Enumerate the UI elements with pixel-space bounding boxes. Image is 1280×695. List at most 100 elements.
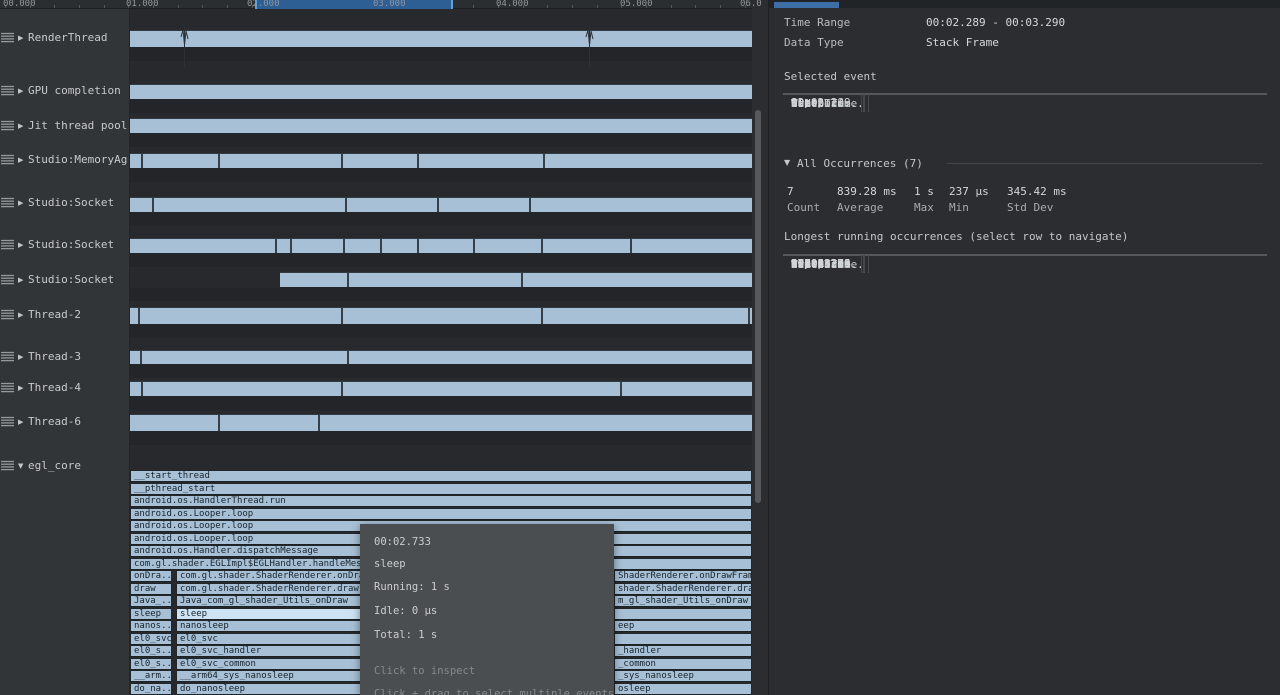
vertical-scrollbar-gutter — [752, 0, 768, 695]
thread-activity-bar[interactable] — [130, 153, 752, 169]
callstack-frame[interactable]: __start_thread — [130, 470, 752, 482]
callstack-frame[interactable]: eep — [614, 620, 752, 632]
callstack-frame[interactable]: _common — [614, 657, 752, 670]
callstack-frame[interactable]: draw — [130, 582, 172, 595]
chevron-right-icon[interactable]: ▶ — [18, 352, 23, 362]
trace-event-mark — [343, 239, 345, 253]
callstack-frame[interactable]: do_na... — [130, 682, 172, 695]
thread-activity-bar[interactable] — [130, 350, 752, 365]
thread-activity-bar[interactable] — [130, 238, 752, 254]
trace-event-mark — [341, 308, 343, 324]
thread-activity-bar[interactable] — [130, 30, 752, 48]
chevron-right-icon[interactable]: ▶ — [18, 198, 23, 208]
callstack-frame[interactable]: el0_s... — [130, 657, 172, 670]
callstack-frame[interactable]: android.os.HandlerThread.run — [130, 495, 752, 507]
collapse-arrow-icon[interactable]: ▼ — [784, 158, 790, 167]
trace-event-mark — [541, 308, 543, 324]
thread-activity-bar[interactable] — [130, 197, 752, 213]
callstack-frame[interactable]: onDra... — [130, 570, 172, 582]
thread-label: Studio:MemoryAg — [28, 153, 128, 166]
profiler-window: 00.000 01.000 02.000 03.000 04.000 05.000 06.0… — [0, 0, 1280, 695]
chevron-right-icon[interactable]: ▶ — [18, 310, 23, 320]
ruler-tick — [226, 5, 228, 8]
thread-activity-bar[interactable] — [130, 307, 752, 325]
thread-row-jit-thread-pool[interactable]: ▶ Jit thread pool — [0, 119, 130, 133]
callstack-frame[interactable]: shader.ShaderRenderer.draw — [614, 582, 752, 595]
thread-label: Thread-6 — [28, 415, 81, 428]
thread-activity-bar[interactable] — [130, 381, 752, 397]
time-range-label: Time Range — [784, 16, 851, 29]
callstack-frame[interactable] — [614, 607, 752, 620]
trace-event-mark — [347, 273, 349, 287]
thread-row-studio-socket[interactable]: ▶ Studio:Socket — [0, 273, 130, 287]
thread-row-studio-socket[interactable]: ▶ Studio:Socket — [0, 196, 130, 210]
trace-event-mark — [218, 415, 220, 431]
trace-event-mark — [141, 154, 143, 168]
trace-event-mark — [275, 239, 277, 253]
vertical-scrollbar-thumb[interactable] — [755, 110, 761, 503]
trace-event-mark — [543, 154, 545, 168]
chevron-right-icon[interactable]: ▶ — [18, 155, 23, 165]
callstack-frame[interactable]: m_gl_shader_Utils_onDraw — [614, 595, 752, 607]
ruler-tick — [54, 5, 56, 8]
callstack-frame[interactable]: __pthread_start — [130, 482, 752, 495]
callstack-frame[interactable]: ShaderRenderer.onDrawFrame — [614, 570, 752, 582]
section-divider — [947, 163, 1263, 164]
thread-row-thread-2[interactable]: ▶ Thread-2 — [0, 308, 130, 322]
callstack-frame[interactable]: osleep — [614, 682, 752, 695]
stat-value: 237 µs — [949, 185, 989, 198]
chevron-down-icon[interactable]: ▼ — [18, 461, 23, 471]
chevron-right-icon[interactable]: ▶ — [18, 417, 23, 427]
thread-activity-bar[interactable] — [130, 118, 752, 134]
ruler-tick — [78, 5, 80, 8]
chevron-right-icon[interactable]: ▶ — [18, 383, 23, 393]
callstack-frame[interactable]: sleep — [130, 607, 172, 620]
event-tooltip: 00:02.733 sleep Running: 1 s Idle: 0 µs Tota… — [360, 524, 614, 695]
callstack-frame[interactable] — [614, 632, 752, 645]
chevron-right-icon[interactable]: ▶ — [18, 240, 23, 250]
stat-value: 839.28 ms — [837, 185, 897, 198]
stat-label: Average — [837, 201, 884, 214]
ruler-time-label: 06.0 — [740, 0, 762, 9]
trace-event-mark — [529, 198, 531, 212]
selected-event-heading: Selected event — [784, 70, 877, 83]
chevron-right-icon[interactable]: ▶ — [18, 275, 23, 285]
tooltip-text: Running: 1 s — [374, 581, 450, 593]
thread-row-thread-4[interactable]: ▶ Thread-4 — [0, 381, 130, 395]
thread-row-thread-3[interactable]: ▶ Thread-3 — [0, 350, 130, 364]
chevron-right-icon[interactable]: ▶ — [18, 86, 23, 96]
callstack-frame[interactable]: el0_svc — [130, 632, 172, 645]
analysis-panel: Time Range 00:02.289 - 00:03.290 Data Ty… — [768, 0, 1280, 695]
all-occurrences-heading[interactable]: All Occurrences (7) — [797, 157, 923, 170]
range-selection-start-handle[interactable] — [255, 0, 257, 9]
callstack-frame[interactable]: Java_... — [130, 595, 172, 607]
trace-event-mark — [341, 382, 343, 396]
thread-row-renderthread[interactable]: ▶ RenderThread — [0, 31, 130, 45]
callstack-frame[interactable]: __arm... — [130, 670, 172, 682]
thread-activity-bar[interactable] — [130, 414, 752, 432]
trace-event-mark — [290, 239, 292, 253]
trace-event-mark — [417, 239, 419, 253]
callstack-frame[interactable]: android.os.Looper.loop — [130, 507, 752, 520]
thread-row-studio-socket[interactable]: ▶ Studio:Socket — [0, 238, 130, 252]
thread-row-thread-6[interactable]: ▶ Thread-6 — [0, 415, 130, 429]
callstack-frame[interactable]: _handler — [614, 645, 752, 657]
trace-event-mark — [138, 308, 140, 324]
callstack-frame[interactable]: _sys_nanosleep — [614, 670, 752, 682]
thread-lane — [130, 213, 752, 226]
range-selection-end-handle[interactable] — [451, 0, 453, 9]
range-selection[interactable] — [256, 0, 452, 9]
thread-lane — [130, 288, 752, 301]
thread-activity-bar[interactable] — [130, 84, 752, 100]
timeline-ruler[interactable]: 00.000 01.000 02.000 03.000 04.000 05.000 06.0 — [0, 0, 762, 9]
chevron-right-icon[interactable]: ▶ — [18, 121, 23, 131]
callstack-frame[interactable]: nanos... — [130, 620, 172, 632]
thread-row-gpu-completion[interactable]: ▶ GPU completion — [0, 84, 130, 98]
thread-row-studio-memoryag[interactable]: ▶ Studio:MemoryAg — [0, 153, 130, 167]
thread-label: Studio:Socket — [28, 196, 115, 209]
thread-row-egl-core[interactable]: ▼ egl_core — [0, 459, 130, 473]
callstack-frame[interactable]: el0_s... — [130, 645, 172, 657]
thread-activity-bar[interactable] — [280, 272, 752, 288]
chevron-right-icon[interactable]: ▶ — [18, 33, 23, 43]
ruler-tick — [202, 5, 204, 8]
